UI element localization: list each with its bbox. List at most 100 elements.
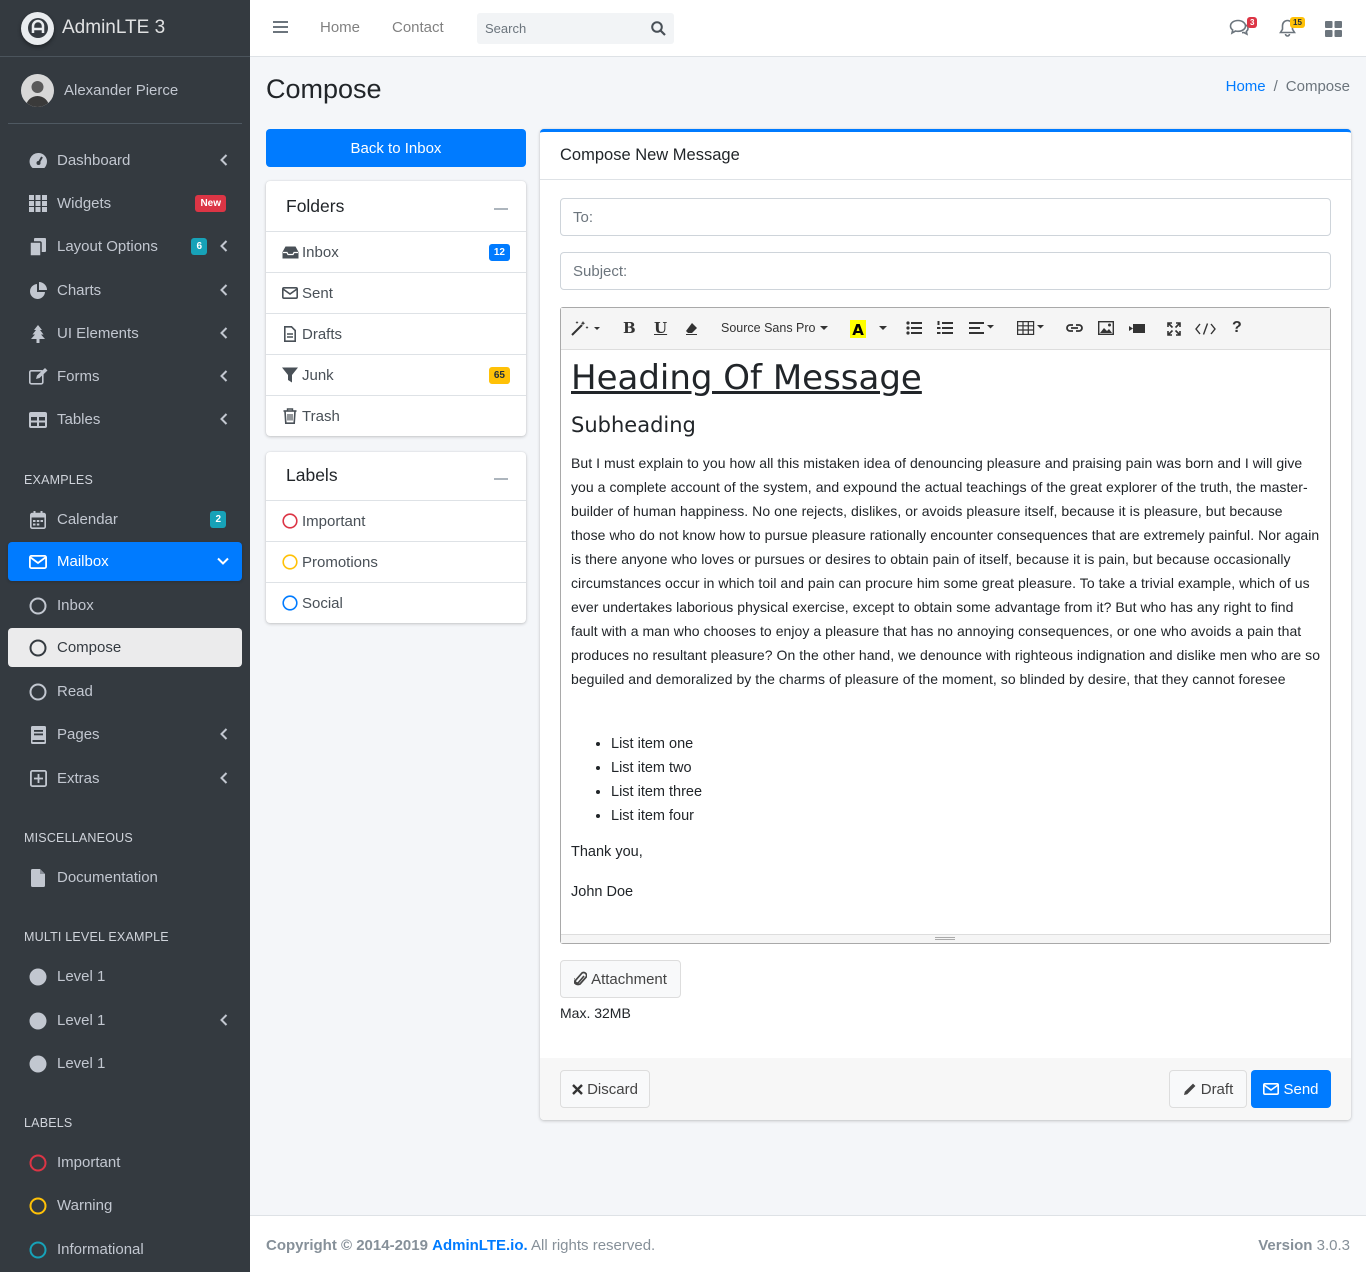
sidebar-item-label-warning[interactable]: Warning [8,1186,242,1225]
sidebar-item-widgets[interactable]: Widgets New [8,184,242,223]
envelope-icon [28,552,48,572]
sidebar-item-layout-options[interactable]: Layout Options 6 [8,227,242,266]
code-view-icon[interactable] [1195,323,1216,335]
sidebar-item-calendar[interactable]: Calendar 2 [8,500,242,539]
folder-drafts[interactable]: Drafts [266,313,526,354]
notifications-count-badge: 15 [1290,17,1305,28]
label-promotions[interactable]: Promotions [266,541,526,582]
collapse-minus-icon[interactable] [494,208,508,210]
brand-text: AdminLTE 3 [62,17,166,38]
circle-icon [281,512,299,530]
nav-link-contact[interactable]: Contact [392,19,444,36]
sidebar-item-documentation[interactable]: Documentation [8,858,242,897]
message-thanks: Thank you, [571,844,643,860]
sidebar-item-inbox[interactable]: Inbox [8,586,242,625]
bold-button[interactable]: B [623,319,636,337]
video-icon[interactable] [1129,323,1145,334]
sidebar-item-pages[interactable]: Pages [8,715,242,754]
sidebar-item-extras[interactable]: Extras [8,759,242,798]
label-text: Promotions [302,553,378,571]
brand-logo-icon [21,11,54,45]
version-number: 3.0.3 [1316,1237,1350,1254]
sidebar-item-label: Calendar [57,511,118,528]
sidebar-item-level-1[interactable]: Level 1 [8,957,242,996]
circle-icon [28,596,48,616]
collapse-minus-icon[interactable] [494,478,508,480]
table-insert-icon[interactable] [1017,321,1047,335]
picture-icon[interactable] [1098,321,1114,335]
search-button[interactable] [643,21,674,36]
sidebar-item-forms[interactable]: Forms [8,357,242,396]
edit-icon [28,367,48,387]
sidebar-item-label: Level 1 [57,1055,106,1072]
help-icon[interactable]: ? [1232,319,1242,337]
sidebar-item-ui-elements[interactable]: UI Elements [8,314,242,353]
user-panel[interactable]: Alexander Pierce [8,57,242,124]
ordered-list-icon[interactable] [937,321,953,335]
font-color-icon[interactable]: A [849,319,867,339]
caret-down-icon[interactable] [878,325,888,331]
folder-junk[interactable]: Junk 65 [266,354,526,395]
top-navbar: Home Contact Search 3 15 [250,0,1366,57]
nav-link-home[interactable]: Home [320,19,360,36]
label-important[interactable]: Important [266,500,526,541]
file-icon [28,868,48,888]
sidebar-item-tables[interactable]: Tables [8,400,242,439]
discard-label: Discard [587,1080,638,1098]
sidebar-item-mailbox[interactable]: Mailbox [8,542,242,581]
folder-sent[interactable]: Sent [266,272,526,313]
unordered-list-icon[interactable] [906,321,922,335]
eraser-icon[interactable] [685,322,698,335]
magic-style-icon[interactable] [571,320,601,336]
hamburger-menu-icon[interactable] [273,20,288,34]
navbar-search: Search [477,13,674,44]
comments-icon[interactable] [1229,19,1249,36]
sidebar-item-compose[interactable]: Compose [8,628,242,667]
link-icon[interactable] [1066,322,1083,334]
folder-inbox[interactable]: Inbox 12 [266,231,526,272]
footer-link[interactable]: AdminLTE.io. [432,1237,528,1254]
label-text: Important [302,512,366,530]
circle-icon [28,682,48,702]
compose-card-footer: Discard Draft Send [540,1058,1351,1120]
draft-button[interactable]: Draft [1169,1070,1247,1108]
count-badge: 6 [191,238,207,255]
compose-title: Compose New Message [560,146,740,164]
th-large-icon[interactable] [1325,21,1342,37]
sidebar-item-level-1-expandable[interactable]: Level 1 [8,1001,242,1040]
breadcrumb-home-link[interactable]: Home [1226,78,1266,95]
sidebar-item-read[interactable]: Read [8,672,242,711]
sidebar-item-dashboard[interactable]: Dashboard [8,141,242,180]
copy-icon [28,237,48,257]
chevron-left-icon [220,728,228,740]
fullscreen-icon[interactable] [1167,322,1181,336]
version-label: Version [1258,1237,1313,1254]
underline-button[interactable]: U [654,319,667,337]
folder-trash[interactable]: Trash [266,395,526,436]
sidebar-item-label: UI Elements [57,325,139,342]
folders-card: Folders Inbox 12 Sent Drafts Junk 65 Tra… [266,181,526,436]
back-to-inbox-button[interactable]: Back to Inbox [266,129,526,167]
send-button[interactable]: Send [1251,1070,1331,1108]
editor-resize-handle[interactable] [561,934,1330,943]
brand-link[interactable]: AdminLTE 3 [0,0,250,57]
align-dropdown-icon[interactable] [969,322,997,334]
sidebar-item-label-informational[interactable]: Informational [8,1230,242,1269]
chevron-left-icon [220,154,228,166]
subject-input[interactable]: Subject: [560,252,1331,290]
discard-button[interactable]: Discard [560,1070,650,1108]
sidebar-item-label: Level 1 [57,968,106,985]
trash-icon [281,407,299,425]
circle-filled-icon [28,1011,48,1031]
sidebar-item-label-important[interactable]: Important [8,1143,242,1182]
breadcrumb-separator: / [1273,78,1278,95]
sidebar-item-charts[interactable]: Charts [8,271,242,310]
search-input[interactable]: Search [477,21,643,36]
sidebar-item-label: Widgets [57,195,112,212]
label-social[interactable]: Social [266,582,526,623]
sidebar-item-level-1[interactable]: Level 1 [8,1044,242,1083]
font-family-dropdown[interactable]: Source Sans Pro [721,321,829,335]
attachment-button[interactable]: Attachment [560,960,681,998]
max-size-help: Max. 32MB [560,1005,631,1021]
to-input[interactable]: To: [560,198,1331,236]
